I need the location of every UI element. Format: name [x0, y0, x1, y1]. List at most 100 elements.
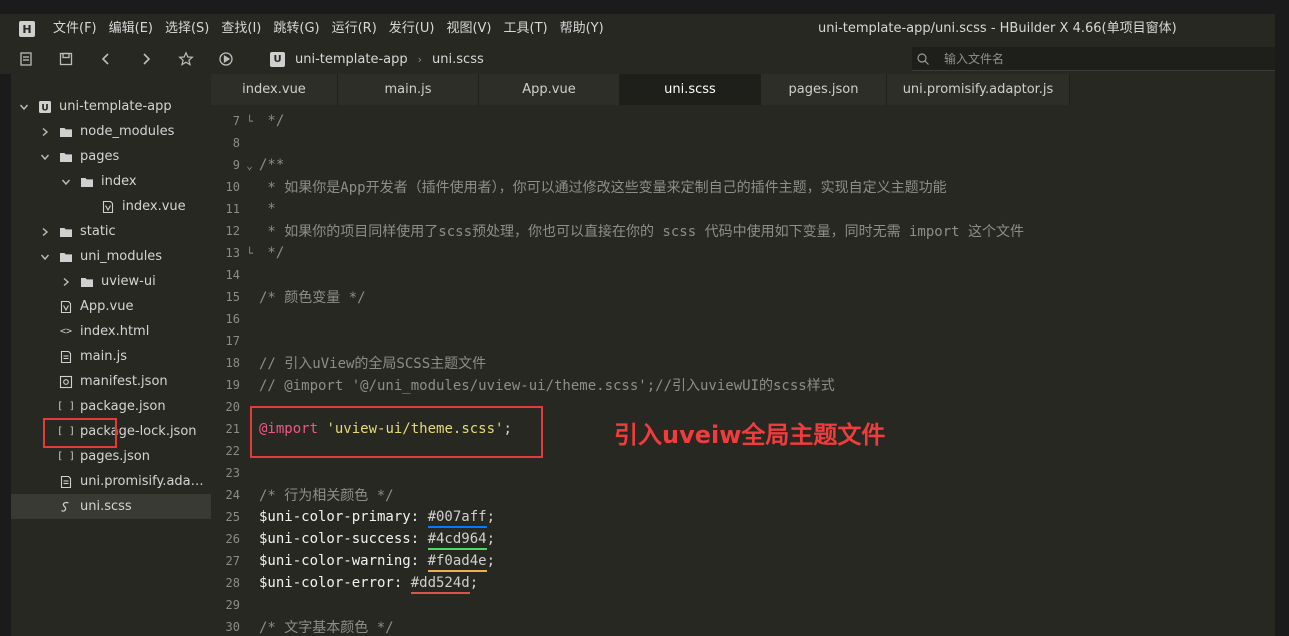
tree-item-label: uni_modules: [80, 249, 163, 264]
menu-item[interactable]: 发行(U): [383, 14, 441, 44]
menu-item[interactable]: 视图(V): [440, 14, 497, 44]
code-line: 16: [211, 308, 1275, 330]
code-line: 23: [211, 462, 1275, 484]
scss-file-icon: [59, 500, 73, 514]
tree-item[interactable]: static: [11, 219, 211, 244]
tree-item[interactable]: node_modules: [11, 119, 211, 144]
breadcrumb-file[interactable]: uni.scss: [432, 52, 484, 67]
chevron-right-icon[interactable]: [39, 226, 51, 238]
code-token: * 如果你的项目同样使用了scss预处理，你也可以直接在你的 scss 代码中使…: [259, 224, 1025, 240]
code-line: 15 /* 颜色变量 */: [211, 286, 1275, 308]
js-file-icon: [59, 475, 73, 489]
line-number: 22: [225, 444, 240, 458]
line-number: 21: [225, 422, 240, 436]
menu-item[interactable]: 文件(F): [47, 14, 103, 44]
new-file-icon[interactable]: [12, 47, 40, 71]
file-search-box: [912, 47, 1275, 71]
tree-item[interactable]: <> index.html: [11, 319, 211, 344]
favorite-icon[interactable]: [172, 47, 200, 71]
manifest-file-icon: [59, 375, 73, 389]
menu-items: 文件(F) 编辑(E) 选择(S) 查找(I) 跳转(G) 运行(R) 发行(U) 视图(V)…: [47, 14, 610, 44]
chevron-down-icon[interactable]: [39, 151, 51, 163]
code-token: // 引入uView的全局SCSS主题文件: [259, 356, 487, 372]
line-number: 8: [232, 136, 240, 150]
code-line: 24 /* 行为相关颜色 */: [211, 484, 1275, 506]
menu-item[interactable]: 查找(I): [215, 14, 267, 44]
run-icon[interactable]: [212, 47, 240, 71]
tree-item-label: main.js: [80, 349, 127, 364]
tab[interactable]: App.vue: [479, 74, 620, 105]
menu-item[interactable]: 编辑(E): [103, 14, 159, 44]
tree-item[interactable]: Uuni-template-app: [11, 94, 211, 119]
tree-item[interactable]: index.vue: [11, 194, 211, 219]
tree-item-label: package.json: [80, 399, 166, 414]
tree-item[interactable]: index: [11, 169, 211, 194]
tree-item[interactable]: uview-ui: [11, 269, 211, 294]
json-file-icon: [ ]: [56, 451, 76, 462]
tree-item[interactable]: main.js: [11, 344, 211, 369]
chevron-down-icon[interactable]: [39, 251, 51, 263]
tab[interactable]: uni.scss: [620, 74, 761, 105]
fold-marker: └: [246, 114, 253, 128]
line-number: 27: [225, 554, 240, 568]
tree-item-label: pages.json: [80, 449, 150, 464]
tree-item[interactable]: uni.promisify.adaptor.js: [11, 469, 211, 494]
code-line: 17: [211, 330, 1275, 352]
tree-item[interactable]: [ ] package.json: [11, 394, 211, 419]
menu-item[interactable]: 工具(T): [498, 14, 554, 44]
tree-item-label: uview-ui: [101, 274, 156, 289]
code-line: 22: [211, 440, 1275, 462]
code-editor[interactable]: 引入uveiw全局主题文件 7 └ */8 9 ⌄/** 10 * 如果你是App开发者…: [211, 105, 1275, 636]
line-number: 29: [225, 598, 240, 612]
code-line: 18 // 引入uView的全局SCSS主题文件: [211, 352, 1275, 374]
save-icon[interactable]: [52, 47, 80, 71]
menu-item[interactable]: 运行(R): [326, 14, 383, 44]
tree-item[interactable]: App.vue: [11, 294, 211, 319]
color-value: #f0ad4e: [427, 553, 487, 572]
html-file-icon: <>: [59, 326, 73, 337]
tree-item[interactable]: manifest.json: [11, 369, 211, 394]
menu-item[interactable]: 帮助(Y): [554, 14, 610, 44]
code-token: /* 颜色变量 */: [259, 290, 366, 306]
tree-item[interactable]: uni.scss: [11, 494, 211, 519]
menu-item[interactable]: 跳转(G): [267, 14, 325, 44]
folder-icon: [59, 250, 73, 264]
chevron-down-icon[interactable]: [60, 176, 72, 188]
search-icon: [917, 52, 929, 65]
tree-item[interactable]: uni_modules: [11, 244, 211, 269]
color-value: #4cd964: [427, 531, 487, 550]
chevron-down-icon[interactable]: [18, 101, 30, 113]
line-number: 19: [225, 378, 240, 392]
chevron-right-icon[interactable]: [60, 276, 72, 288]
tab[interactable]: pages.json: [761, 74, 887, 105]
editor-tabs: index.vue main.js App.vue uni.scss pages.jso…: [211, 74, 1275, 105]
line-number: 28: [225, 576, 240, 590]
back-icon[interactable]: [92, 47, 120, 71]
breadcrumb-project[interactable]: uni-template-app: [295, 52, 408, 67]
tab[interactable]: index.vue: [211, 74, 338, 105]
forward-icon[interactable]: [132, 47, 160, 71]
folder-icon: [59, 125, 73, 139]
chevron-right-icon[interactable]: [39, 126, 51, 138]
svg-text:U: U: [41, 103, 48, 113]
code-line: 12 * 如果你的项目同样使用了scss预处理，你也可以直接在你的 scss 代…: [211, 220, 1275, 242]
tree-item-label: App.vue: [80, 299, 134, 314]
fold-marker[interactable]: ⌄: [240, 159, 259, 172]
code-token: */: [259, 113, 285, 129]
menu-bar: H 文件(F) 编辑(E) 选择(S) 查找(I) 跳转(G) 运行(R) 发行(U) 视图(…: [0, 14, 1275, 44]
tree-item-label: uni.promisify.adaptor.js: [80, 474, 207, 489]
code-line: 11 *: [211, 198, 1275, 220]
file-search-input[interactable]: [944, 51, 1244, 66]
menu-item[interactable]: 选择(S): [159, 14, 215, 44]
tab[interactable]: uni.promisify.adaptor.js: [887, 74, 1070, 105]
js-file-icon: [59, 350, 73, 364]
code-token: // @import '@/uni_modules/uview-ui/theme…: [259, 378, 835, 394]
tab[interactable]: main.js: [338, 74, 479, 105]
folder-icon: [80, 175, 94, 189]
json-file-icon: [ ]: [56, 401, 76, 412]
tree-item[interactable]: pages: [11, 144, 211, 169]
